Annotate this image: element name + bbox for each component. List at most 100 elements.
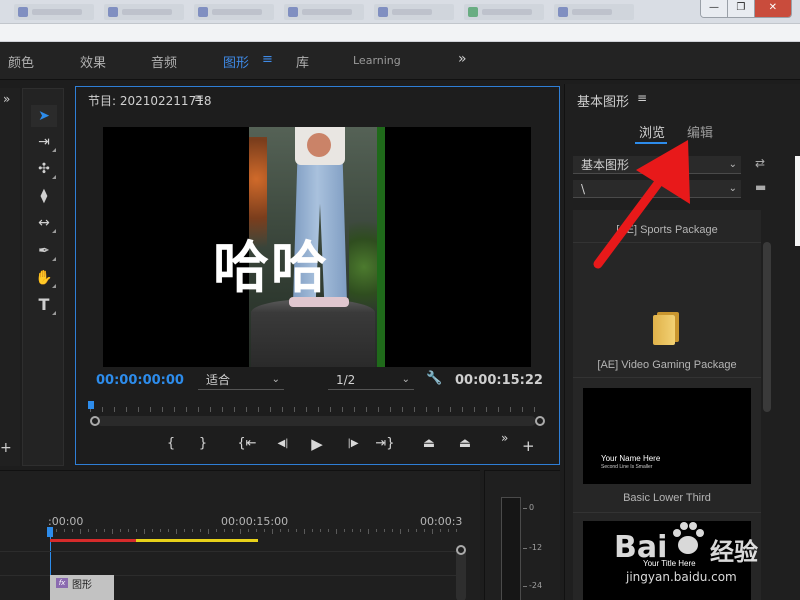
zoom-scrollbar[interactable] [96,416,536,426]
ruler-tick [80,529,81,534]
timeline-scrollbar-handle[interactable] [456,545,466,555]
button-editor-icon[interactable]: + [522,437,535,455]
ruler-tick [56,529,57,532]
ruler-tick [352,529,353,532]
folder-icon[interactable]: ▬ [755,180,766,194]
video-preview[interactable]: 哈哈 [103,127,531,367]
step-forward-button[interactable]: |▶ [342,436,364,452]
ruler-tick [306,407,307,412]
playhead[interactable] [88,401,94,409]
ruler-tick [208,529,209,534]
browser-tab[interactable] [374,4,454,20]
db-label: 0 [529,503,535,512]
lift-button[interactable]: ⏏ [418,436,440,452]
ruler-tick [304,529,305,534]
ruler-tick [192,529,193,532]
ruler-tick [360,529,361,532]
browser-tab[interactable] [284,4,364,20]
playback-resolution-select[interactable]: 1/2 ⌄ [328,372,414,390]
ruler-tick [176,529,177,534]
selection-tool-icon[interactable]: ➤ [31,105,57,127]
workspace-tab-graphics[interactable]: 图形 [223,52,249,71]
list-item[interactable]: Your Name Here Second Line Is Smaller Ba… [573,378,761,512]
zoom-scrollbar-left-handle[interactable] [90,416,100,426]
mark-in-button[interactable]: { [160,436,182,452]
track-select-tool-icon[interactable]: ⇥ [31,131,57,153]
ruler-tick [282,407,283,412]
ruler-tick [114,407,115,412]
program-monitor: 节目: 202102211718 ≡ 哈哈 00:00:00:00 适合 ⌄ 1/… [75,86,560,465]
timeline-ruler[interactable] [48,529,460,535]
sync-folder-icon[interactable]: ⇄ [755,156,765,170]
restore-button[interactable]: ❐ [727,0,755,17]
ruler-tick [184,529,185,532]
ruler-tick [258,407,259,412]
ruler-tick [64,529,65,532]
extract-button[interactable]: ⏏ [454,436,476,452]
razor-tool-icon[interactable]: ⧫ [31,185,57,207]
workspace-tab-color[interactable]: 颜色 [8,52,34,71]
ruler-tick [318,407,319,412]
wrench-icon[interactable]: 🔧 [426,371,442,386]
ruler-tick [354,407,355,412]
more-workspaces-icon[interactable]: » [458,51,467,67]
step-back-button[interactable]: ◀| [272,436,294,452]
clip-label: 图形 [72,580,92,591]
panel-menu-icon[interactable]: ≡ [194,91,204,105]
hand-tool-icon[interactable]: ✋ [31,267,57,289]
current-timecode[interactable]: 00:00:00:00 [96,373,184,388]
go-to-out-button[interactable]: ⇥} [374,436,396,452]
close-button[interactable]: ✕ [754,0,791,17]
essential-graphics-title[interactable]: 基本图形 [577,91,629,110]
more-controls-icon[interactable]: » [501,431,508,445]
workspace-tab-effects[interactable]: 效果 [80,52,106,71]
ruler-tick [378,407,379,412]
thumbnail-subtitle: Second Line Is Smaller [601,464,653,470]
mark-out-button[interactable]: } [192,436,214,452]
ruler-tick [432,529,433,534]
ruler-tick [448,529,449,532]
ruler-timecode: :00:00 [48,515,84,528]
ruler-tick [450,407,451,412]
zoom-scrollbar-right-handle[interactable] [535,416,545,426]
add-icon[interactable]: + [0,440,12,456]
type-tool-icon[interactable]: T [31,294,57,316]
expand-panel-icon[interactable]: » [3,92,10,106]
graphic-clip[interactable]: fx 图形 [50,575,114,600]
browser-tab[interactable] [14,4,94,20]
workspace-tab-learning[interactable]: Learning [353,54,401,67]
zoom-level-value: 适合 [206,373,231,387]
ruler-tick [384,529,385,532]
workspace-tab-libraries[interactable]: 库 [296,52,309,71]
panel-menu-icon[interactable]: ≡ [637,91,647,105]
ruler-tick [72,529,73,532]
browser-tab[interactable] [104,4,184,20]
ruler-tick [462,407,463,412]
minimize-button[interactable]: — [701,0,728,17]
ruler-tick [330,407,331,412]
browser-tab[interactable] [554,4,634,20]
track-divider [0,551,460,552]
ruler-tick [366,407,367,412]
ruler-tick [186,407,187,412]
browser-tab[interactable] [464,4,544,20]
program-monitor-title[interactable]: 节目: 202102211718 [88,92,211,109]
ruler-tick [270,407,271,412]
zoom-level-select[interactable]: 适合 ⌄ [198,372,284,390]
timeline-scrollbar[interactable] [456,549,466,600]
timeline-playhead[interactable] [47,527,53,537]
ruler-tick [280,529,281,532]
browser-tab[interactable] [194,4,274,20]
slip-tool-icon[interactable]: ↔ [31,212,57,234]
play-button[interactable]: ▶ [306,436,328,452]
title-overlay-text[interactable]: 哈哈 [213,239,329,299]
ripple-edit-tool-icon[interactable]: ✣ [31,158,57,180]
ruler-tick [408,529,409,532]
ruler-tick [138,407,139,412]
go-to-in-button[interactable]: {⇤ [236,436,258,452]
workspace-tab-audio[interactable]: 音频 [151,52,177,71]
pen-tool-icon[interactable]: ✒ [31,240,57,262]
list-scrollbar[interactable] [763,242,771,412]
workspace-menu-icon[interactable]: ≡ [262,52,273,67]
time-ruler[interactable] [90,403,542,415]
